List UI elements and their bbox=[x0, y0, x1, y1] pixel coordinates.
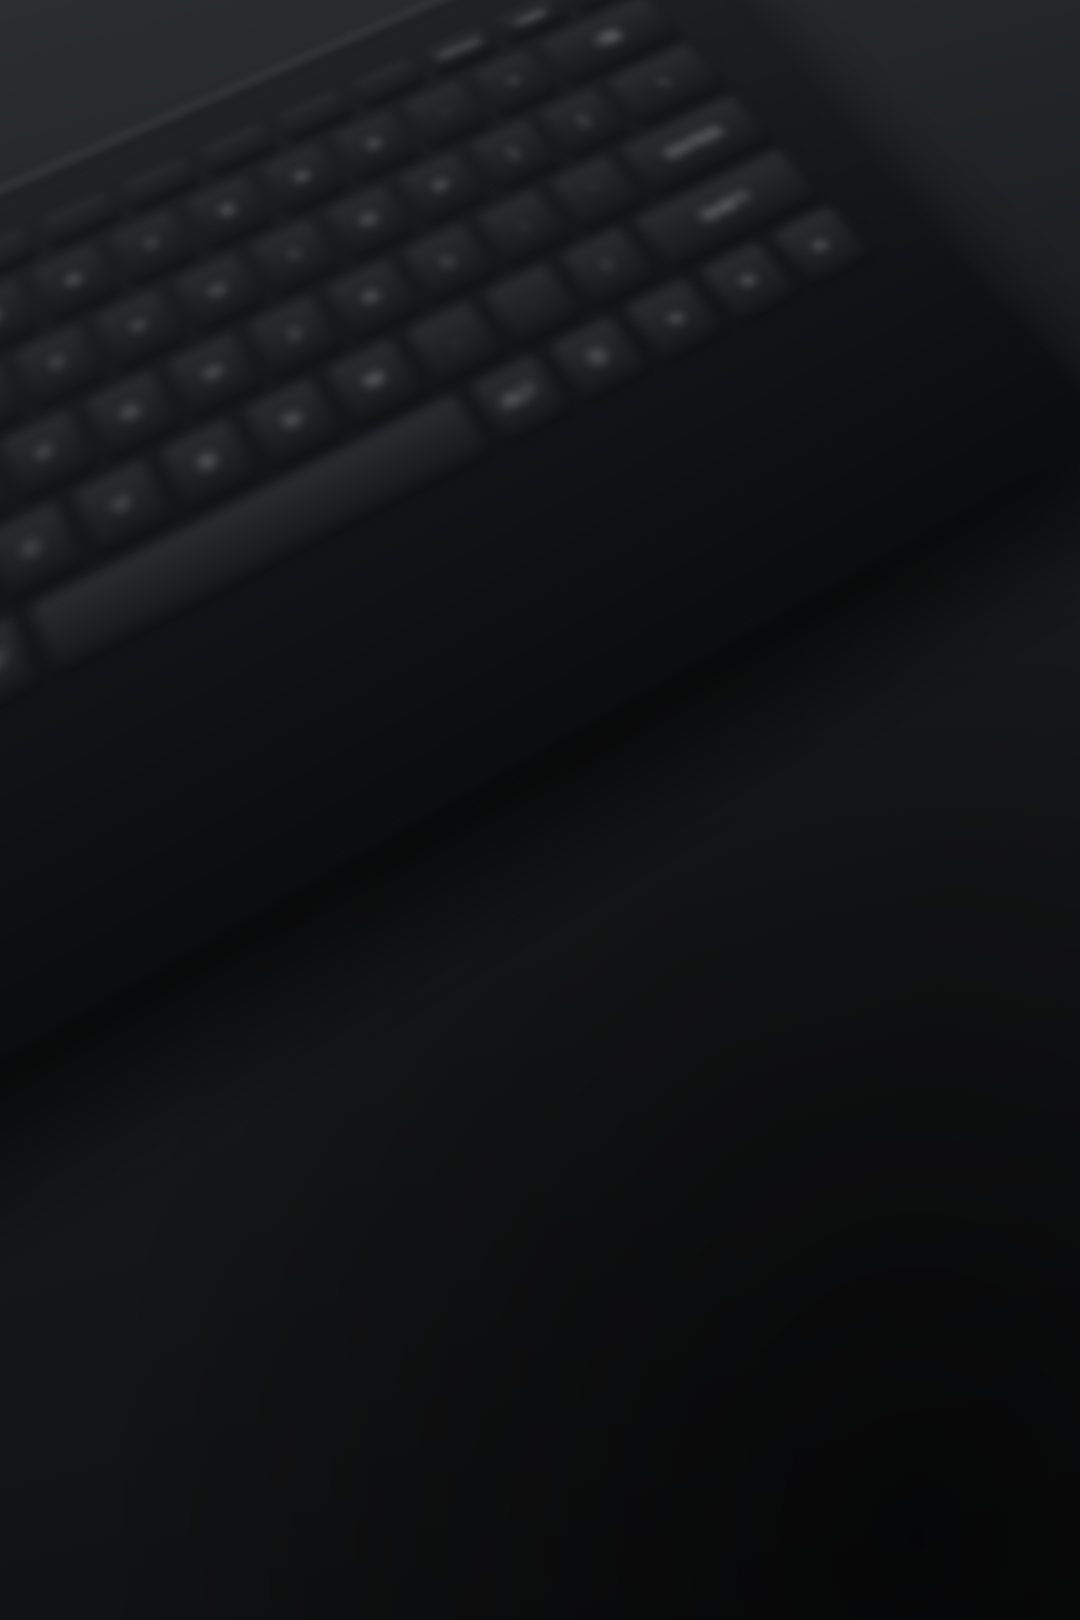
key-dot[interactable]: . bbox=[482, 261, 583, 345]
key-lalt[interactable]: Alt bbox=[0, 614, 40, 724]
key-menu[interactable]: ☰ bbox=[546, 314, 650, 402]
laptop: Esc PrtScn Home End ` 1234567890-= ⌫ Tab… bbox=[0, 0, 1080, 1620]
screen-bezel bbox=[0, 1355, 1080, 1620]
key-apos[interactable]: ' bbox=[547, 153, 643, 229]
key-p[interactable]: P bbox=[396, 149, 489, 224]
display-panel: ▶ me burn the way it hurts hear me cry b… bbox=[0, 1413, 1080, 1620]
key-o[interactable]: O bbox=[323, 182, 416, 259]
windows-taskbar: ⊞ 🔍 Type here to search ◯ ▭ 🗂 🛍 e ◉ 🎧 bbox=[16, 1413, 1080, 1620]
key-semi[interactable]: ; bbox=[475, 186, 572, 265]
key-ralt[interactable]: Alt bbox=[468, 352, 572, 443]
key-left[interactable]: ◂ bbox=[623, 276, 726, 362]
key-rb[interactable]: ] bbox=[537, 85, 629, 157]
key-lb[interactable]: [ bbox=[467, 117, 560, 190]
key-slash[interactable]: / bbox=[558, 225, 658, 307]
lyrics-body: me burn the way it hurts hear me cry bec… bbox=[0, 1461, 1080, 1620]
key-l[interactable]: L bbox=[400, 221, 497, 302]
key-comma[interactable]: , bbox=[404, 298, 505, 385]
screen-lid: ▶ me burn the way it hurts hear me cry b… bbox=[0, 1355, 1080, 1620]
key-minus[interactable]: - bbox=[400, 78, 490, 149]
key-equals[interactable]: = bbox=[469, 47, 559, 116]
browser-chrome bbox=[0, 1413, 1080, 1620]
